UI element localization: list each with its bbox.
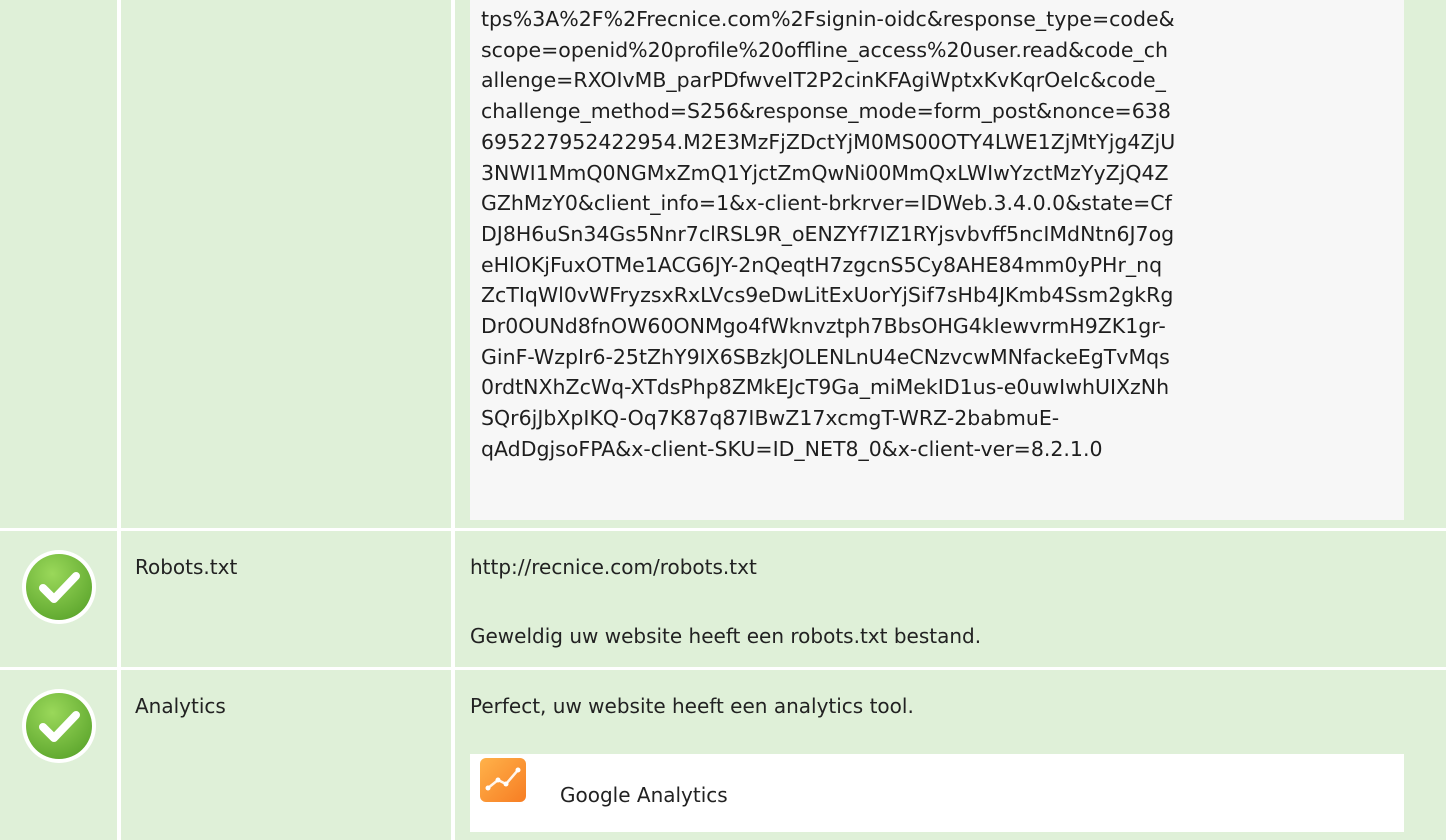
value-cell: Perfect, uw website heeft een analytics … <box>455 670 1446 840</box>
seo-report-table: tps%3A%2F%2Frecnice.com%2Fsignin-oidc&re… <box>0 0 1446 840</box>
value-cell: tps%3A%2F%2Frecnice.com%2Fsignin-oidc&re… <box>455 0 1446 528</box>
status-cell <box>0 531 117 667</box>
analytics-tool-name: Google Analytics <box>560 783 728 807</box>
redirect-url-code-block: tps%3A%2F%2Frecnice.com%2Fsignin-oidc&re… <box>470 0 1404 520</box>
table-row-robots: Robots.txt http://recnice.com/robots.txt… <box>0 531 1446 667</box>
code-line: allenge=RXOIvMB_parPDfwveIT2P2cinKFAgiWp… <box>481 68 1166 93</box>
robots-url: http://recnice.com/robots.txt <box>470 555 757 579</box>
status-cell <box>0 670 117 840</box>
table-row-analytics: Analytics Perfect, uw website heeft een … <box>0 670 1446 840</box>
status-cell <box>0 0 117 528</box>
value-cell: http://recnice.com/robots.txt Geweldig u… <box>455 531 1446 667</box>
google-analytics-icon <box>480 758 526 802</box>
code-line: ZcTIqWl0vWFryzsxRxLVcs9eDwLitExUorYjSif7… <box>481 283 1174 308</box>
code-line: eHlOKjFuxOTMe1ACG6JY-2nQeqtH7zgcnS5Cy8AH… <box>481 252 1163 277</box>
code-line: tps%3A%2F%2Frecnice.com%2Fsignin-oidc&re… <box>481 7 1175 31</box>
row-label-analytics: Analytics <box>135 694 226 718</box>
check-circle-icon <box>22 689 96 763</box>
label-cell <box>121 0 451 528</box>
code-line: SQr6jJbXpIKQ-Oq7K87q87IBwZ17xcmgT-WRZ-2b… <box>481 406 1060 431</box>
check-circle-icon <box>22 550 96 624</box>
robots-message: Geweldig uw website heeft een robots.txt… <box>470 624 982 648</box>
code-line: Dr0OUNd8fnOW60ONMgo4fWknvztph7BbsOHG4kIe… <box>481 314 1166 339</box>
analytics-tool-card: Google Analytics <box>470 754 1404 832</box>
code-line: GZhMzY0&client_info=1&x-client-brkrver=I… <box>481 191 1172 216</box>
row-label-robots: Robots.txt <box>135 555 238 579</box>
code-line: 695227952422954.M2E3MzFjZDctYjM0MS00OTY4… <box>481 129 1176 154</box>
code-line: DJ8H6uSn34Gs5Nnr7clRSL9R_oENZYf7IZ1RYjsv… <box>481 221 1175 246</box>
code-line: 0rdtNXhZcWq-XTdsPhp8ZMkEJcT9Ga_miMekID1u… <box>481 375 1170 400</box>
label-cell: Analytics <box>121 670 451 840</box>
table-row: tps%3A%2F%2Frecnice.com%2Fsignin-oidc&re… <box>0 0 1446 528</box>
code-line: qAdDgjsoFPA&x-client-SKU=ID_NET8_0&x-cli… <box>481 436 1103 461</box>
code-line: scope=openid%20profile%20offline_access%… <box>481 37 1169 62</box>
code-line: challenge_method=S256&response_mode=form… <box>481 99 1171 124</box>
code-line: GinF-WzpIr6-25tZhY9IX6SBzkJOLENLnU4eCNzv… <box>481 344 1170 369</box>
code-line: 3NWI1MmQ0NGMxZmQ1YjctZmQwNi00MmQxLWIwYzc… <box>481 160 1169 185</box>
analytics-message: Perfect, uw website heeft een analytics … <box>470 694 914 718</box>
label-cell: Robots.txt <box>121 531 451 667</box>
